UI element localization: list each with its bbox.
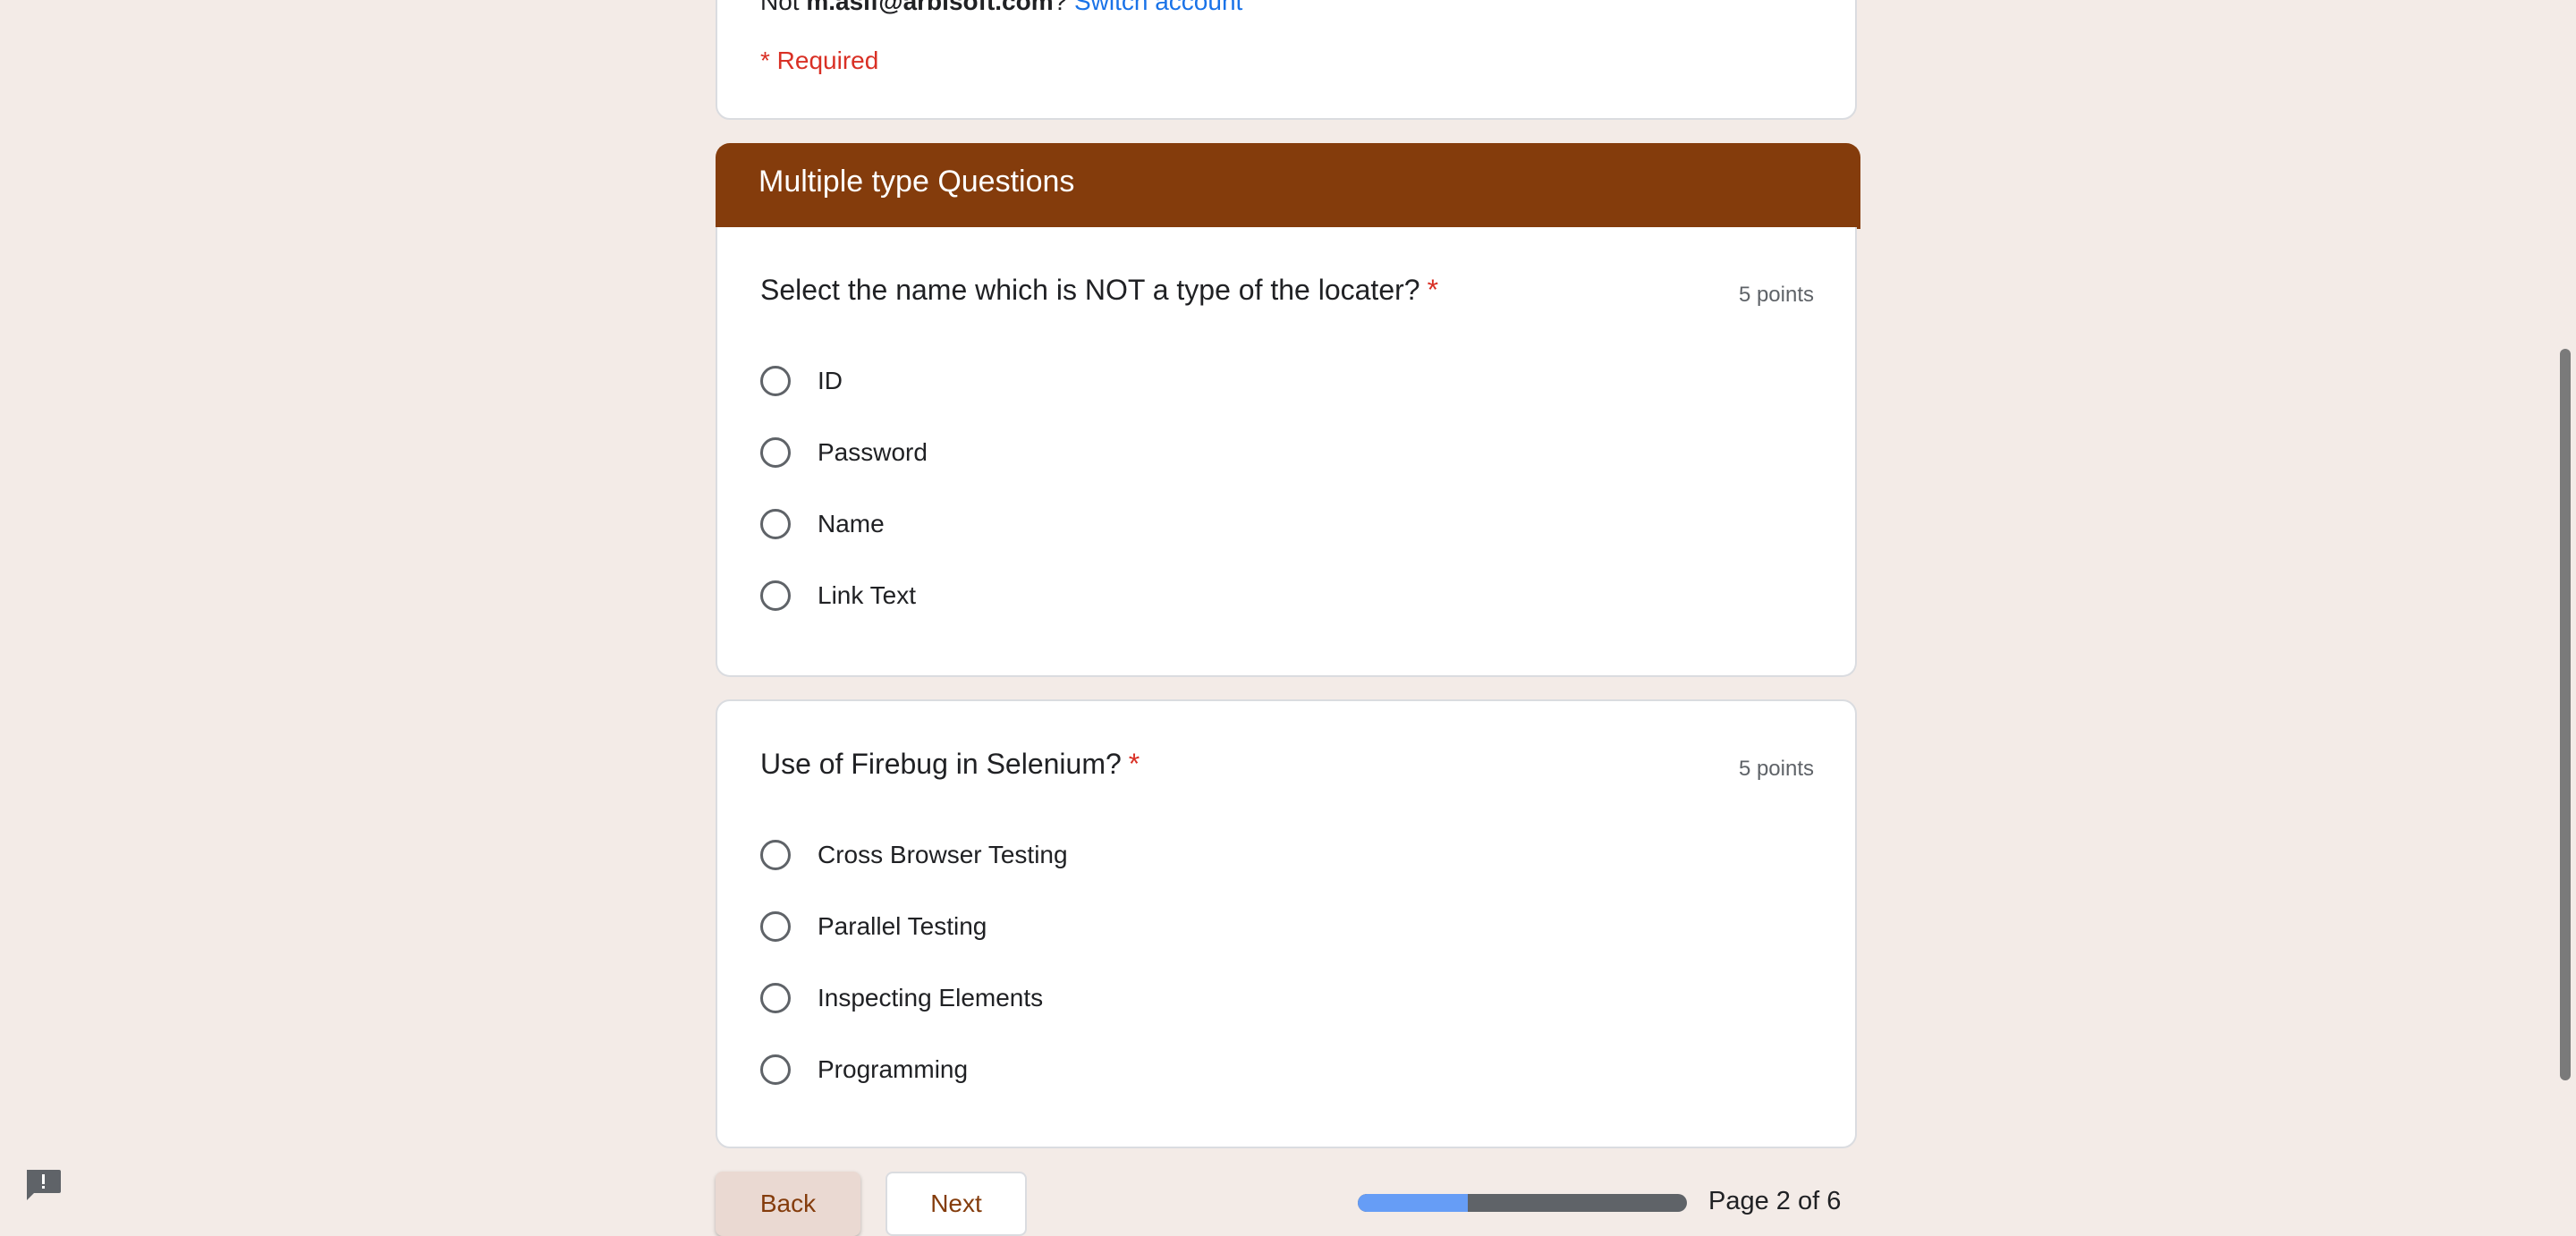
question-text: Select the name which is NOT a type of t…	[760, 274, 1420, 306]
question-points: 5 points	[1738, 757, 1814, 781]
option-label: Cross Browser Testing	[818, 841, 1068, 868]
scrollbar-thumb[interactable]	[2560, 349, 2571, 1080]
radio-button[interactable]	[760, 1054, 791, 1085]
option-label: Link Text	[818, 581, 916, 609]
back-button[interactable]: Back	[716, 1172, 860, 1236]
required-asterisk: *	[1427, 274, 1439, 306]
page-indicator: Page 2 of 6	[1708, 1187, 1842, 1215]
form-page: Not m.asif@arbisoft.com? Switch account …	[0, 0, 2576, 1236]
radio-button[interactable]	[760, 366, 791, 396]
section-title: Multiple type Questions	[758, 165, 1075, 199]
form-column: Not m.asif@arbisoft.com? Switch account …	[716, 0, 1860, 1236]
option-label: Parallel Testing	[818, 912, 987, 940]
option-programming[interactable]: Programming	[760, 1050, 968, 1089]
radio-button[interactable]	[760, 509, 791, 539]
question-points: 5 points	[1738, 283, 1814, 307]
feedback-icon[interactable]	[23, 1168, 63, 1202]
question-card-firebug: Use of Firebug in Selenium? * 5 points Cr…	[716, 699, 1857, 1148]
option-inspecting-elements[interactable]: Inspecting Elements	[760, 978, 1043, 1018]
required-note: * Required	[760, 47, 879, 74]
form-header-card: Not m.asif@arbisoft.com? Switch account …	[716, 0, 1857, 120]
radio-button[interactable]	[760, 580, 791, 611]
question-text: Use of Firebug in Selenium?	[760, 748, 1122, 780]
question-title: Use of Firebug in Selenium? *	[760, 748, 1140, 781]
account-line: Not m.asif@arbisoft.com? Switch account	[760, 0, 1242, 16]
option-name[interactable]: Name	[760, 504, 885, 544]
switch-account-link[interactable]: Switch account	[1074, 0, 1242, 15]
progress-bar-fill	[1358, 1194, 1468, 1212]
next-button[interactable]: Next	[886, 1172, 1027, 1236]
progress-bar	[1358, 1194, 1687, 1212]
radio-button[interactable]	[760, 840, 791, 870]
option-label: Programming	[818, 1055, 969, 1083]
option-link-text[interactable]: Link Text	[760, 576, 916, 615]
section-header: Multiple type Questions	[716, 143, 1860, 229]
option-parallel-testing[interactable]: Parallel Testing	[760, 907, 987, 946]
account-prefix: Not	[760, 0, 807, 15]
radio-button[interactable]	[760, 911, 791, 942]
account-email: m.asif@arbisoft.com	[806, 0, 1054, 15]
question-card-locater: Select the name which is NOT a type of t…	[716, 227, 1857, 677]
option-password[interactable]: Password	[760, 433, 928, 472]
option-label: Password	[818, 438, 928, 466]
question-title: Select the name which is NOT a type of t…	[760, 274, 1438, 307]
option-label: ID	[818, 367, 843, 394]
account-suffix: ?	[1053, 0, 1068, 15]
option-label: Name	[818, 510, 885, 538]
option-label: Inspecting Elements	[818, 984, 1044, 1012]
required-asterisk: *	[1128, 748, 1140, 780]
radio-button[interactable]	[760, 983, 791, 1013]
radio-button[interactable]	[760, 437, 791, 468]
option-id[interactable]: ID	[760, 361, 843, 401]
option-cross-browser-testing[interactable]: Cross Browser Testing	[760, 835, 1068, 875]
